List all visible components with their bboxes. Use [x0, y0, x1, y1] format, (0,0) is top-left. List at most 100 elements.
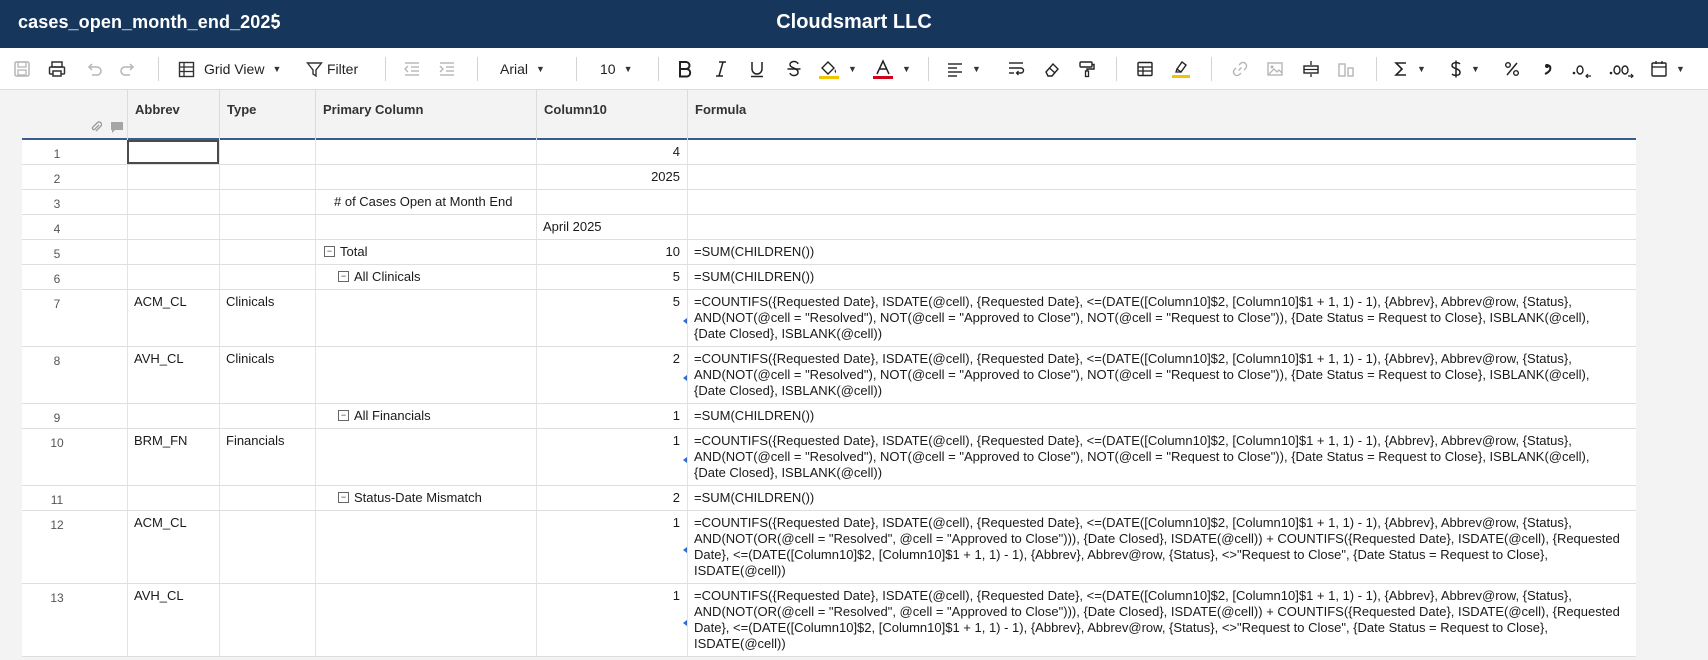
- cell-abbrev[interactable]: [127, 190, 219, 214]
- row-number[interactable]: 11: [22, 486, 128, 510]
- cell-type[interactable]: [219, 265, 315, 289]
- row-number[interactable]: 8: [22, 347, 128, 403]
- cell-abbrev[interactable]: [127, 240, 219, 264]
- cell-primary[interactable]: − Total: [315, 240, 536, 264]
- cell-abbrev[interactable]: ACM_CL: [127, 290, 219, 346]
- cell-formula[interactable]: =COUNTIFS({Requested Date}, ISDATE(@cell…: [687, 429, 1636, 485]
- fill-color-button[interactable]: ▼: [818, 57, 864, 81]
- cell-formula[interactable]: [687, 140, 1636, 164]
- cell-column10[interactable]: 1: [536, 584, 687, 656]
- cell-primary[interactable]: − Status-Date Mismatch: [315, 486, 536, 510]
- cell-type[interactable]: [219, 190, 315, 214]
- cell-type[interactable]: Clinicals: [219, 347, 315, 403]
- wrap-text-icon[interactable]: [1004, 57, 1028, 81]
- percent-icon[interactable]: [1500, 57, 1524, 81]
- image-icon[interactable]: [1263, 57, 1287, 81]
- italic-icon[interactable]: [709, 57, 733, 81]
- outdent-icon[interactable]: [400, 57, 424, 81]
- table-row[interactable]: 3 # of Cases Open at Month End: [22, 190, 1636, 215]
- highlight-icon[interactable]: [1169, 57, 1193, 81]
- indent-icon[interactable]: [435, 57, 459, 81]
- cell-column10[interactable]: 1: [536, 429, 687, 485]
- cell-primary[interactable]: [315, 347, 536, 403]
- table-row[interactable]: 8 AVH_CL Clinicals 2 =COUNTIFS({Requested Da…: [22, 347, 1636, 404]
- sheet-menu-icon[interactable]: ⋮: [266, 11, 284, 32]
- table-row[interactable]: 2 2025: [22, 165, 1636, 190]
- sum-button[interactable]: ▼: [1393, 57, 1439, 81]
- row-number[interactable]: 3: [22, 190, 128, 214]
- font-size-select[interactable]: 10 ▼: [600, 57, 644, 81]
- cell-primary[interactable]: [315, 511, 536, 583]
- cell-type[interactable]: [219, 511, 315, 583]
- cell-abbrev[interactable]: AVH_CL: [127, 347, 219, 403]
- collapse-icon[interactable]: −: [338, 492, 349, 504]
- cell-primary[interactable]: − All Financials: [315, 404, 536, 428]
- row-number[interactable]: 4: [22, 215, 128, 239]
- cell-abbrev[interactable]: [127, 165, 219, 189]
- cell-column10[interactable]: 2: [536, 347, 687, 403]
- date-format-button[interactable]: ▼: [1650, 57, 1696, 81]
- collapse-icon[interactable]: −: [338, 410, 349, 422]
- cell-formula[interactable]: =COUNTIFS({Requested Date}, ISDATE(@cell…: [687, 584, 1636, 656]
- cell-primary[interactable]: [315, 429, 536, 485]
- cell-primary[interactable]: − All Clinicals: [315, 265, 536, 289]
- cell-type[interactable]: Financials: [219, 429, 315, 485]
- table-row[interactable]: 6 − All Clinicals 5 =SUM(CHILDREN()): [22, 265, 1636, 290]
- row-number[interactable]: 9: [22, 404, 128, 428]
- cell-primary[interactable]: [315, 165, 536, 189]
- underline-icon[interactable]: [745, 57, 769, 81]
- cell-column10[interactable]: April 2025: [536, 215, 687, 239]
- row-number[interactable]: 6: [22, 265, 128, 289]
- cell-column10[interactable]: 4: [536, 140, 687, 164]
- cell-formula[interactable]: =SUM(CHILDREN()): [687, 404, 1636, 428]
- row-number[interactable]: 1: [22, 140, 128, 164]
- row-number[interactable]: 2: [22, 165, 128, 189]
- save-icon[interactable]: [10, 57, 34, 81]
- format-painter-icon[interactable]: [1075, 57, 1099, 81]
- sheet-name[interactable]: cases_open_month_end_2025: [18, 12, 281, 33]
- column-header-abbrev[interactable]: Abbrev: [127, 90, 219, 140]
- currency-button[interactable]: ▼: [1449, 57, 1495, 81]
- cell-column10[interactable]: 5: [536, 265, 687, 289]
- bold-icon[interactable]: [673, 57, 697, 81]
- cell-type[interactable]: [219, 404, 315, 428]
- table-format-icon[interactable]: [1133, 57, 1157, 81]
- filter-button[interactable]: Filter: [306, 57, 366, 81]
- cell-column10[interactable]: [536, 190, 687, 214]
- row-number[interactable]: 12: [22, 511, 128, 583]
- row-height-icon[interactable]: [1299, 57, 1323, 81]
- cell-type[interactable]: [219, 140, 315, 164]
- thousands-separator-icon[interactable]: [1536, 57, 1560, 81]
- column-header-primary[interactable]: Primary Column: [315, 90, 536, 140]
- cell-abbrev[interactable]: [127, 140, 219, 164]
- print-icon[interactable]: [45, 57, 69, 81]
- text-color-button[interactable]: ▼: [872, 57, 918, 81]
- cell-primary[interactable]: [315, 140, 536, 164]
- table-row[interactable]: 5− Total 10 =SUM(CHILDREN()): [22, 240, 1636, 265]
- row-number[interactable]: 13: [22, 584, 128, 656]
- cell-abbrev[interactable]: AVH_CL: [127, 584, 219, 656]
- cell-formula[interactable]: =SUM(CHILDREN()): [687, 240, 1636, 264]
- cell-column10[interactable]: 2025: [536, 165, 687, 189]
- table-row[interactable]: 13 AVH_CL 1 =COUNTIFS({Requested Date}, ISD…: [22, 584, 1636, 657]
- cell-primary[interactable]: [315, 290, 536, 346]
- column-width-icon[interactable]: [1334, 57, 1358, 81]
- cell-formula[interactable]: =COUNTIFS({Requested Date}, ISDATE(@cell…: [687, 511, 1636, 583]
- cell-abbrev[interactable]: [127, 265, 219, 289]
- row-number[interactable]: 10: [22, 429, 128, 485]
- cell-formula[interactable]: =COUNTIFS({Requested Date}, ISDATE(@cell…: [687, 290, 1636, 346]
- cell-formula[interactable]: =SUM(CHILDREN()): [687, 265, 1636, 289]
- cell-primary[interactable]: # of Cases Open at Month End: [315, 190, 536, 214]
- table-row[interactable]: 14: [22, 140, 1636, 165]
- increase-decimal-icon[interactable]: [1608, 57, 1634, 81]
- decrease-decimal-icon[interactable]: [1570, 57, 1594, 81]
- cell-primary[interactable]: [315, 215, 536, 239]
- cell-type[interactable]: [219, 240, 315, 264]
- table-row[interactable]: 4 April 2025: [22, 215, 1636, 240]
- eraser-icon[interactable]: [1040, 57, 1064, 81]
- table-row[interactable]: 12 ACM_CL 1 =COUNTIFS({Requested Date}, ISD…: [22, 511, 1636, 584]
- cell-abbrev[interactable]: BRM_FN: [127, 429, 219, 485]
- strikethrough-icon[interactable]: [782, 57, 806, 81]
- cell-abbrev[interactable]: [127, 486, 219, 510]
- cell-formula[interactable]: [687, 215, 1636, 239]
